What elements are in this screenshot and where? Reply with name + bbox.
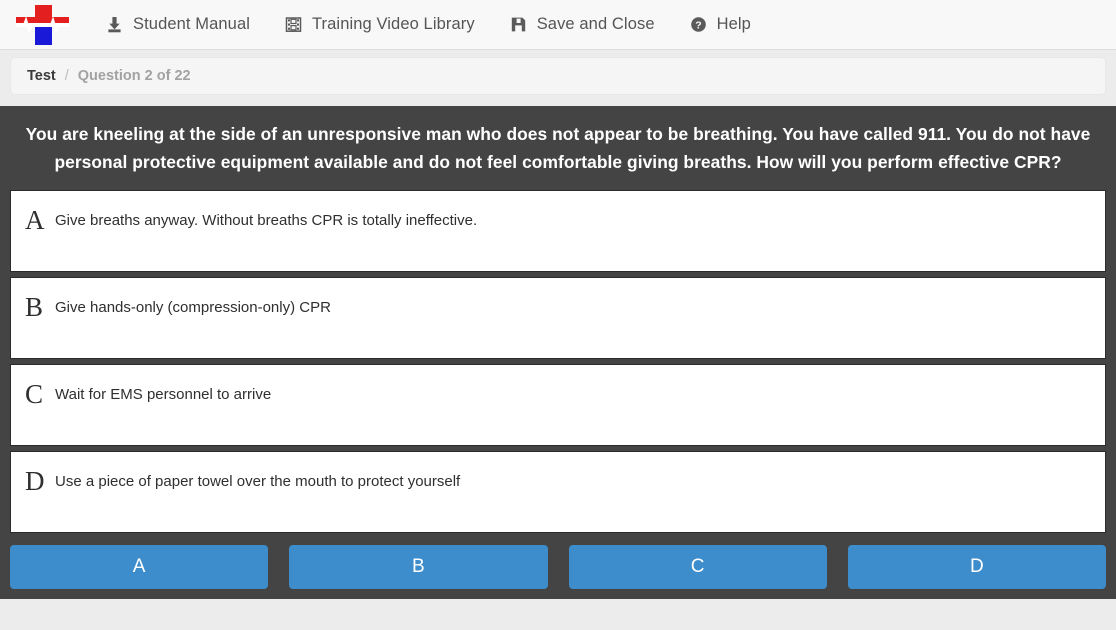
question-text: You are kneeling at the side of an unres…	[25, 124, 1091, 172]
choice-button-d[interactable]: D	[847, 545, 1106, 589]
breadcrumb-container: Test / Question 2 of 22	[0, 50, 1116, 95]
svg-text:?: ?	[695, 20, 702, 32]
answer-options-list: A Give breaths anyway. Without breaths C…	[10, 190, 1106, 533]
nav-item-training-video-library[interactable]: Training Video Library	[267, 0, 492, 49]
medical-cross-ekg-logo[interactable]	[14, 3, 72, 47]
choice-button-a[interactable]: A	[10, 545, 269, 589]
answer-text: Give breaths anyway. Without breaths CPR…	[55, 212, 478, 229]
answer-letter: D	[25, 466, 45, 496]
nav-item-label: Help	[716, 15, 751, 33]
answer-text: Use a piece of paper towel over the mout…	[55, 473, 461, 490]
choice-button-c[interactable]: C	[568, 545, 827, 589]
nav-item-student-manual[interactable]: Student Manual	[88, 0, 267, 49]
nav-item-label: Training Video Library	[311, 15, 475, 33]
answer-option-c[interactable]: C Wait for EMS personnel to arrive	[10, 364, 1106, 446]
answer-text: Give hands-only (compression-only) CPR	[55, 299, 331, 316]
answer-button-row: A B C D	[10, 533, 1106, 589]
question-circle-icon: ?	[689, 15, 708, 34]
answer-letter: A	[25, 205, 45, 235]
download-icon	[105, 15, 124, 34]
answer-letter: C	[25, 379, 44, 409]
nav-item-label: Student Manual	[133, 15, 250, 33]
answer-text: Wait for EMS personnel to arrive	[55, 386, 272, 403]
test-panel: You are kneeling at the side of an unres…	[0, 106, 1116, 599]
answer-option-a[interactable]: A Give breaths anyway. Without breaths C…	[10, 190, 1106, 272]
save-icon	[509, 15, 528, 34]
answer-option-b[interactable]: B Give hands-only (compression-only) CPR	[10, 277, 1106, 359]
breadcrumb: Test / Question 2 of 22	[10, 57, 1106, 95]
breadcrumb-separator: /	[64, 68, 69, 84]
nav-item-save-and-close[interactable]: Save and Close	[492, 0, 672, 49]
nav-item-list: Student Manual Training Video Library Sa…	[88, 0, 768, 49]
choice-button-b[interactable]: B	[289, 545, 548, 589]
film-icon	[284, 15, 303, 34]
answer-letter: B	[25, 292, 44, 322]
breadcrumb-item-question-position: Question 2 of 22	[77, 68, 191, 84]
breadcrumb-item-test[interactable]: Test	[27, 68, 56, 84]
nav-item-label: Save and Close	[536, 15, 655, 33]
top-navigation-bar: Student Manual Training Video Library Sa…	[0, 0, 1116, 50]
nav-item-help[interactable]: ? Help	[672, 0, 768, 49]
answer-option-d[interactable]: D Use a piece of paper towel over the mo…	[10, 451, 1106, 533]
